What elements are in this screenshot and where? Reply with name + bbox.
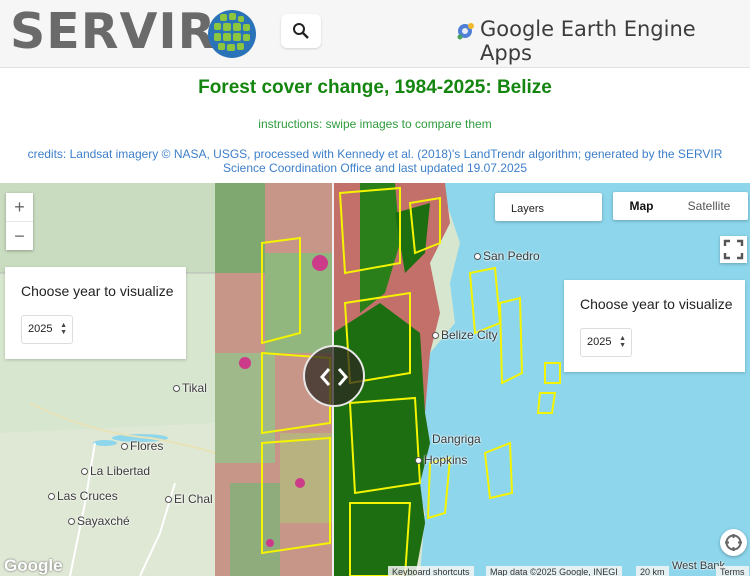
page-title: Forest cover change, 1984-2025: Belize <box>198 77 552 98</box>
place-marker-icon <box>415 457 422 465</box>
place-name: Flores <box>130 439 164 453</box>
fullscreen-icon <box>723 239 744 260</box>
zoom-control: + − <box>6 193 33 250</box>
zoom-out-button[interactable]: − <box>6 222 33 250</box>
map-data-attribution: Map data ©2025 Google, INEGI <box>486 566 622 576</box>
search-icon <box>293 23 309 39</box>
search-button[interactable] <box>281 14 321 48</box>
map-type-control: Map Satellite <box>613 192 748 220</box>
place-marker-icon <box>474 253 481 261</box>
place-name: Las Cruces <box>57 489 118 503</box>
place-marker-icon <box>432 332 439 340</box>
street-view-icon <box>725 534 742 551</box>
place-label: Tikal <box>173 381 207 395</box>
place-marker-icon <box>68 518 75 526</box>
place-name: La Libertad <box>90 464 151 478</box>
place-name: San Pedro <box>483 249 540 263</box>
layers-button[interactable]: Layers <box>495 193 602 221</box>
place-marker-icon <box>48 493 55 501</box>
swipe-arrows-icon <box>320 368 348 386</box>
place-label: La Libertad <box>81 464 150 478</box>
place-label: Belize City <box>432 328 498 342</box>
scale-bar[interactable]: 20 km <box>636 566 669 576</box>
place-label: Flores <box>121 439 163 453</box>
map-type-map-button[interactable]: Map <box>613 192 670 220</box>
place-marker-icon <box>81 468 88 476</box>
top-bar: SERVIR Google Earth Engine Apps <box>0 0 750 68</box>
keyboard-shortcuts-link[interactable]: Keyboard shortcuts <box>388 566 474 576</box>
terms-link[interactable]: Terms <box>716 566 749 576</box>
place-marker-icon <box>165 496 172 504</box>
right-year-value: 2025 <box>587 336 612 348</box>
place-marker-icon <box>173 385 180 393</box>
place-label: San Pedro <box>474 249 540 263</box>
left-year-value: 2025 <box>28 323 53 335</box>
right-year-label: Choose year to visualize <box>580 296 733 312</box>
place-label: Las Cruces <box>48 489 118 503</box>
map-type-satellite-button[interactable]: Satellite <box>670 192 748 220</box>
place-label: Dangriga <box>432 432 481 446</box>
left-year-label: Choose year to visualize <box>21 283 174 299</box>
place-name: Tikal <box>182 381 207 395</box>
zoom-in-button[interactable]: + <box>6 193 33 221</box>
instructions-text: instructions: swipe images to compare th… <box>258 117 492 131</box>
earth-engine-icon <box>457 23 474 40</box>
select-arrows-icon: ▲ ▼ <box>619 335 626 349</box>
app-title[interactable]: Google Earth Engine Apps <box>480 17 750 65</box>
layers-label: Layers <box>511 203 545 215</box>
right-year-panel: Choose year to visualize 2025 ▲ ▼ <box>564 280 745 372</box>
right-year-select[interactable]: 2025 ▲ ▼ <box>580 328 632 357</box>
street-view-button[interactable] <box>720 529 747 556</box>
left-year-select[interactable]: 2025 ▲ ▼ <box>21 315 73 344</box>
google-logo[interactable]: Google <box>4 556 63 576</box>
place-name: Sayaxché <box>77 514 130 528</box>
swipe-handle[interactable] <box>303 345 365 407</box>
fullscreen-button[interactable] <box>720 236 747 263</box>
globe-logo-icon <box>208 10 256 58</box>
place-name: Hopkins <box>424 453 468 467</box>
place-marker-icon <box>121 443 128 451</box>
place-name: Belize City <box>441 328 498 342</box>
place-label: Hopkins <box>415 453 467 467</box>
credits-text: credits: Landsat imagery © NASA, USGS, p… <box>27 147 723 175</box>
left-year-panel: Choose year to visualize 2025 ▲ ▼ <box>5 267 186 359</box>
place-name: El Chal <box>174 492 213 506</box>
map-view[interactable]: + − Choose year to visualize 2025 ▲ ▼ Lay… <box>0 183 750 576</box>
servir-logo-text: SERVIR <box>10 3 217 60</box>
select-arrows-icon: ▲ ▼ <box>60 322 67 336</box>
place-name: Dangriga <box>432 432 481 446</box>
place-label: Sayaxché <box>68 514 130 528</box>
place-label: El Chal <box>165 492 213 506</box>
